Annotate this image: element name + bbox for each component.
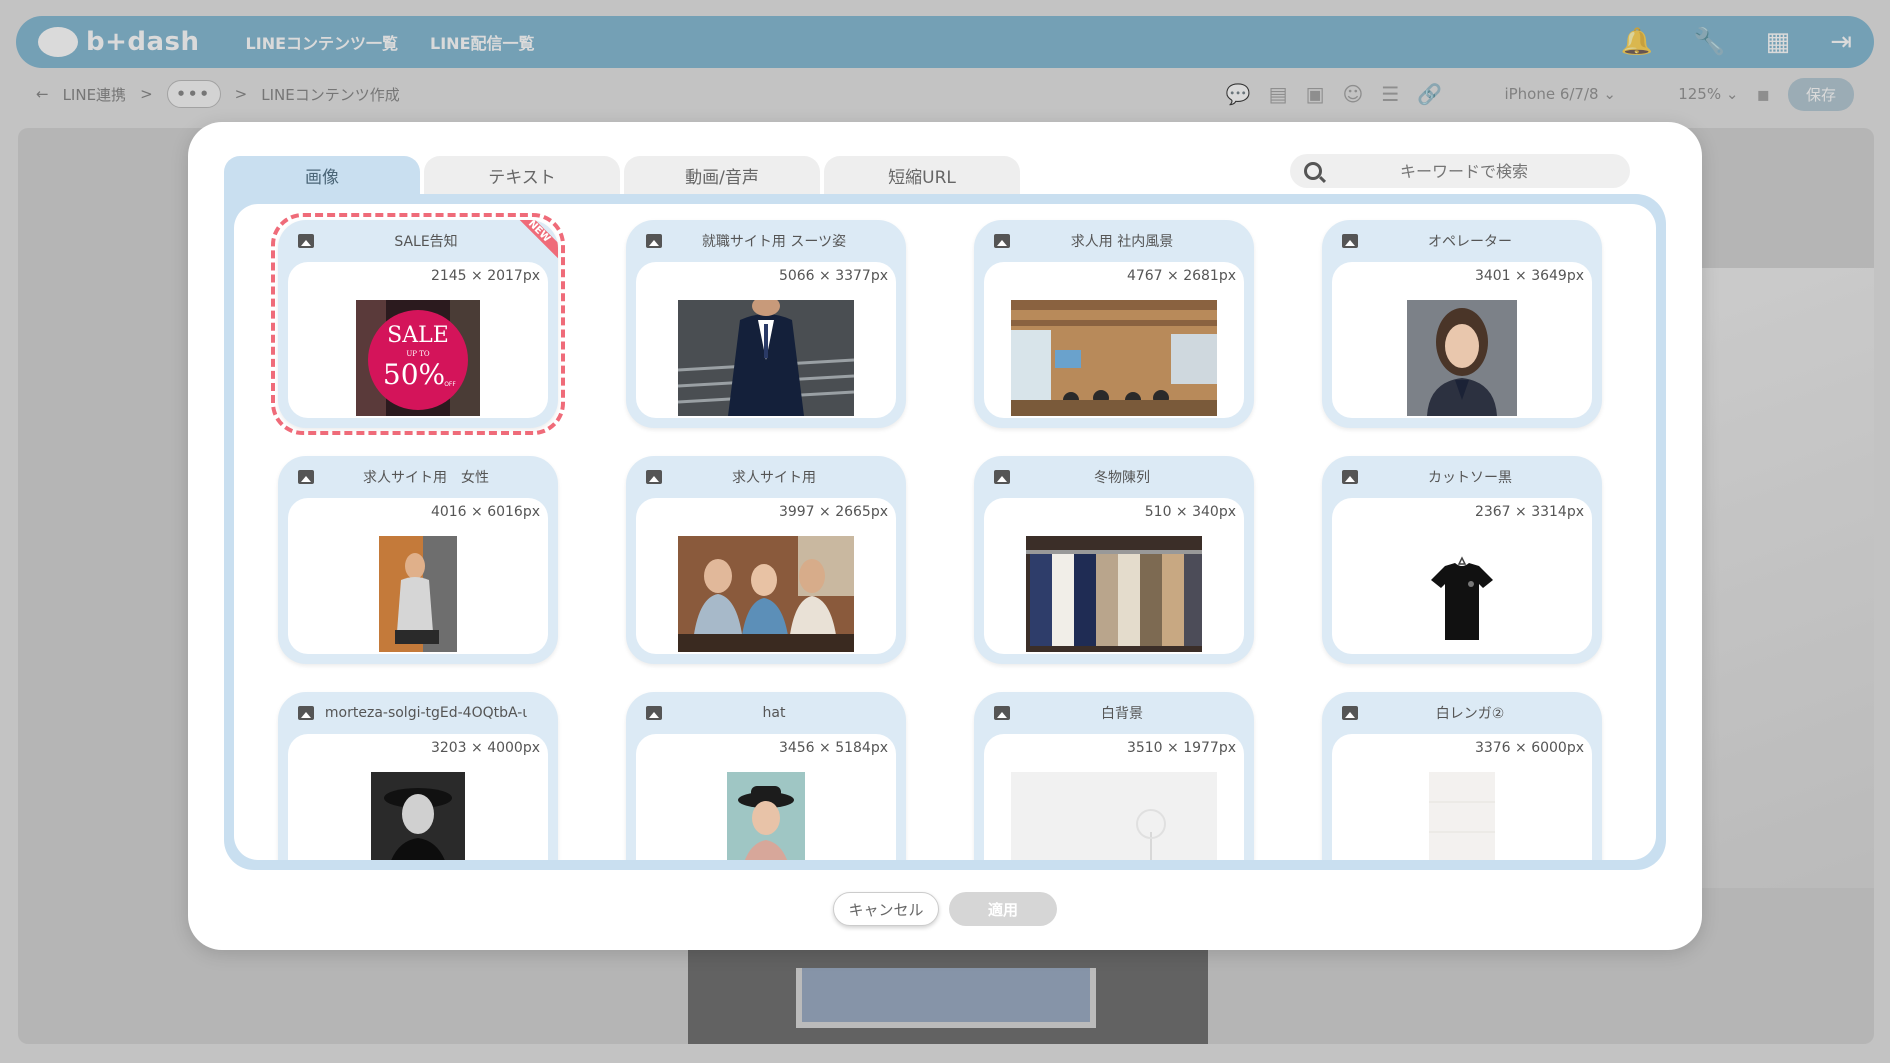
image-size: 3456 × 5184px [778, 740, 888, 756]
image-card[interactable]: 求人サイト用 3997 × 2665px [626, 456, 906, 664]
image-file-icon [298, 470, 314, 484]
image-grid: SALE告知 2145 × 2017px SALE UP TO 50% OFF [271, 213, 1602, 860]
image-file-icon [994, 706, 1010, 720]
image-list[interactable]: SALE告知 2145 × 2017px SALE UP TO 50% OFF [234, 204, 1656, 860]
image-file-icon [298, 706, 314, 720]
image-title: カットソー黒 [1428, 470, 1512, 486]
image-thumbnail [371, 772, 465, 860]
tab-text[interactable]: テキスト [424, 156, 620, 194]
image-file-icon [994, 470, 1010, 484]
media-tabs: 画像 テキスト 動画/音声 短縮URL [224, 156, 1020, 194]
modal-footer: キャンセル 適用 [188, 892, 1702, 926]
image-thumbnail [1407, 300, 1517, 416]
image-file-icon [1342, 234, 1358, 248]
tab-short-url[interactable]: 短縮URL [824, 156, 1020, 194]
sale-upto: UP TO [406, 350, 430, 358]
image-thumbnail [1026, 536, 1202, 652]
image-title: hat [762, 705, 786, 721]
cancel-button[interactable]: キャンセル [833, 892, 939, 926]
image-thumbnail [379, 536, 457, 652]
image-size: 3401 × 3649px [1474, 268, 1584, 284]
image-size: 4767 × 2681px [1126, 268, 1236, 284]
search-icon [1304, 162, 1322, 180]
image-title: 求人サイト用 女性 [363, 470, 489, 486]
image-card[interactable]: hat 3456 × 5184px [626, 692, 906, 860]
image-thumbnail [678, 536, 854, 652]
image-thumbnail [1429, 772, 1495, 860]
image-thumbnail [727, 772, 805, 860]
image-card[interactable]: 求人サイト用 女性 4016 × 6016px [278, 456, 558, 664]
search-input[interactable] [1334, 161, 1594, 181]
image-size: 4016 × 6016px [430, 504, 540, 520]
image-size: 5066 × 3377px [778, 268, 888, 284]
image-thumbnail [1011, 772, 1217, 860]
image-size: 3203 × 4000px [430, 740, 540, 756]
image-thumbnail [1011, 300, 1217, 416]
image-thumbnail [1421, 536, 1503, 652]
sale-percent: 50% [383, 358, 445, 391]
image-title: 白レンガ② [1435, 706, 1505, 722]
image-size: 2367 × 3314px [1474, 504, 1584, 520]
image-panel: SALE告知 2145 × 2017px SALE UP TO 50% OFF [224, 194, 1666, 870]
image-size: 2145 × 2017px [430, 268, 540, 284]
image-card[interactable]: SALE告知 2145 × 2017px SALE UP TO 50% OFF [271, 213, 565, 435]
image-card[interactable]: 求人用 社内風景 4767 × 2681px [974, 220, 1254, 428]
image-title: 冬物陳列 [1094, 470, 1150, 486]
image-title: 白背景 [1101, 706, 1143, 722]
image-thumbnail: SALE UP TO 50% OFF [356, 300, 480, 416]
image-card[interactable]: 白レンガ② 3376 × 6000px [1322, 692, 1602, 860]
image-card[interactable]: カットソー黒 2367 × 3314px [1322, 456, 1602, 664]
media-picker-modal: 画像 テキスト 動画/音声 短縮URL SALE告知 2145 × 2017px [188, 122, 1702, 950]
sale-text: SALE [387, 323, 449, 348]
image-title: 求人サイト用 [732, 470, 816, 486]
image-card[interactable]: 白背景 3510 × 1977px [974, 692, 1254, 860]
image-title: SALE告知 [394, 234, 458, 250]
image-title: 就職サイト用 スーツ姿 [701, 234, 847, 250]
image-size: 3997 × 2665px [778, 504, 888, 520]
image-card[interactable]: morteza-solgi-tgEd-4OQtbA-ι 3203 × 4000p… [278, 692, 558, 860]
sale-off: OFF [444, 381, 456, 388]
image-file-icon [298, 234, 314, 248]
tab-image[interactable]: 画像 [224, 156, 420, 194]
search-box [1290, 154, 1630, 188]
image-title: morteza-solgi-tgEd-4OQtbA-ι [324, 705, 528, 721]
image-file-icon [646, 706, 662, 720]
image-file-icon [1342, 470, 1358, 484]
tab-video-audio[interactable]: 動画/音声 [624, 156, 820, 194]
image-file-icon [994, 234, 1010, 248]
image-file-icon [1342, 706, 1358, 720]
image-card[interactable]: 就職サイト用 スーツ姿 5066 × 3377px [626, 220, 906, 428]
image-file-icon [646, 234, 662, 248]
image-card[interactable]: 冬物陳列 510 × 340px [974, 456, 1254, 664]
image-file-icon [646, 470, 662, 484]
image-size: 510 × 340px [1144, 504, 1236, 520]
image-title: オペレーター [1428, 234, 1512, 250]
image-thumbnail [678, 300, 854, 416]
apply-button[interactable]: 適用 [949, 892, 1057, 926]
image-size: 3510 × 1977px [1126, 740, 1236, 756]
image-size: 3376 × 6000px [1474, 740, 1584, 756]
image-card[interactable]: オペレーター 3401 × 3649px [1322, 220, 1602, 428]
image-title: 求人用 社内風景 [1070, 234, 1174, 250]
